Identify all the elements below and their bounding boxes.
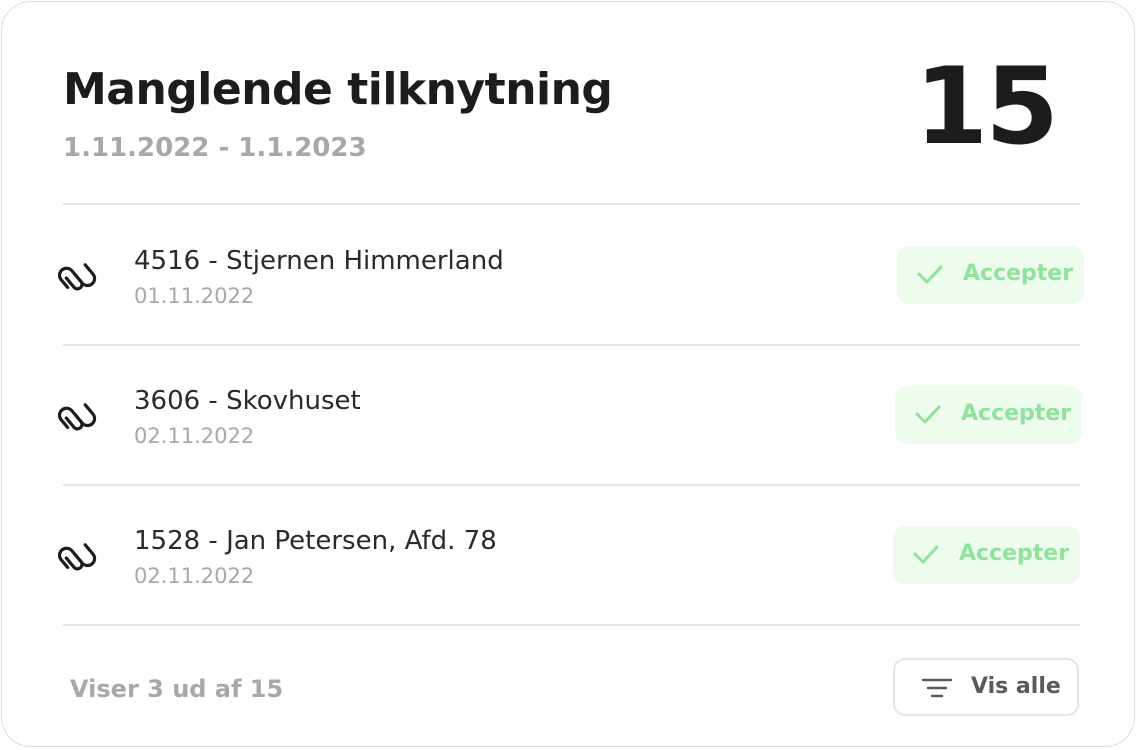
card-title: Manglende tilknytning	[63, 64, 613, 115]
total-count: 15	[914, 45, 1059, 168]
show-all-button[interactable]: Vis alle	[893, 658, 1079, 716]
date-range: 1.11.2022 - 1.1.2023	[63, 133, 367, 163]
filter-icon	[921, 678, 953, 698]
accept-button-label: Accepter	[961, 401, 1072, 426]
check-icon	[913, 545, 939, 564]
list-item: 4516 - Stjernen Himmerland 01.11.2022 Ac…	[2, 204, 1136, 344]
item-date: 02.11.2022	[134, 564, 255, 588]
item-title: 3606 - Skovhuset	[134, 386, 361, 416]
paperclip-icon	[57, 263, 97, 291]
missing-association-card: Manglende tilknytning 1.11.2022 - 1.1.20…	[1, 1, 1135, 747]
check-icon	[915, 405, 941, 424]
paperclip-icon	[57, 403, 97, 431]
list-item: 1528 - Jan Petersen, Afd. 78 02.11.2022 …	[2, 484, 1136, 624]
item-date: 01.11.2022	[134, 284, 255, 308]
accept-button-label: Accepter	[963, 261, 1074, 286]
show-all-label: Vis alle	[971, 674, 1061, 699]
footer-divider	[63, 624, 1080, 626]
pagination-status: Viser 3 ud af 15	[70, 675, 284, 703]
item-title: 1528 - Jan Petersen, Afd. 78	[134, 526, 497, 556]
accept-button-label: Accepter	[959, 541, 1070, 566]
accept-button[interactable]: Accepter	[897, 246, 1084, 304]
item-date: 02.11.2022	[134, 424, 255, 448]
paperclip-icon	[57, 543, 97, 571]
check-icon	[917, 265, 943, 284]
list-item: 3606 - Skovhuset 02.11.2022 Accepter	[2, 344, 1136, 484]
accept-button[interactable]: Accepter	[895, 386, 1082, 444]
item-title: 4516 - Stjernen Himmerland	[134, 246, 504, 276]
accept-button[interactable]: Accepter	[893, 526, 1080, 584]
